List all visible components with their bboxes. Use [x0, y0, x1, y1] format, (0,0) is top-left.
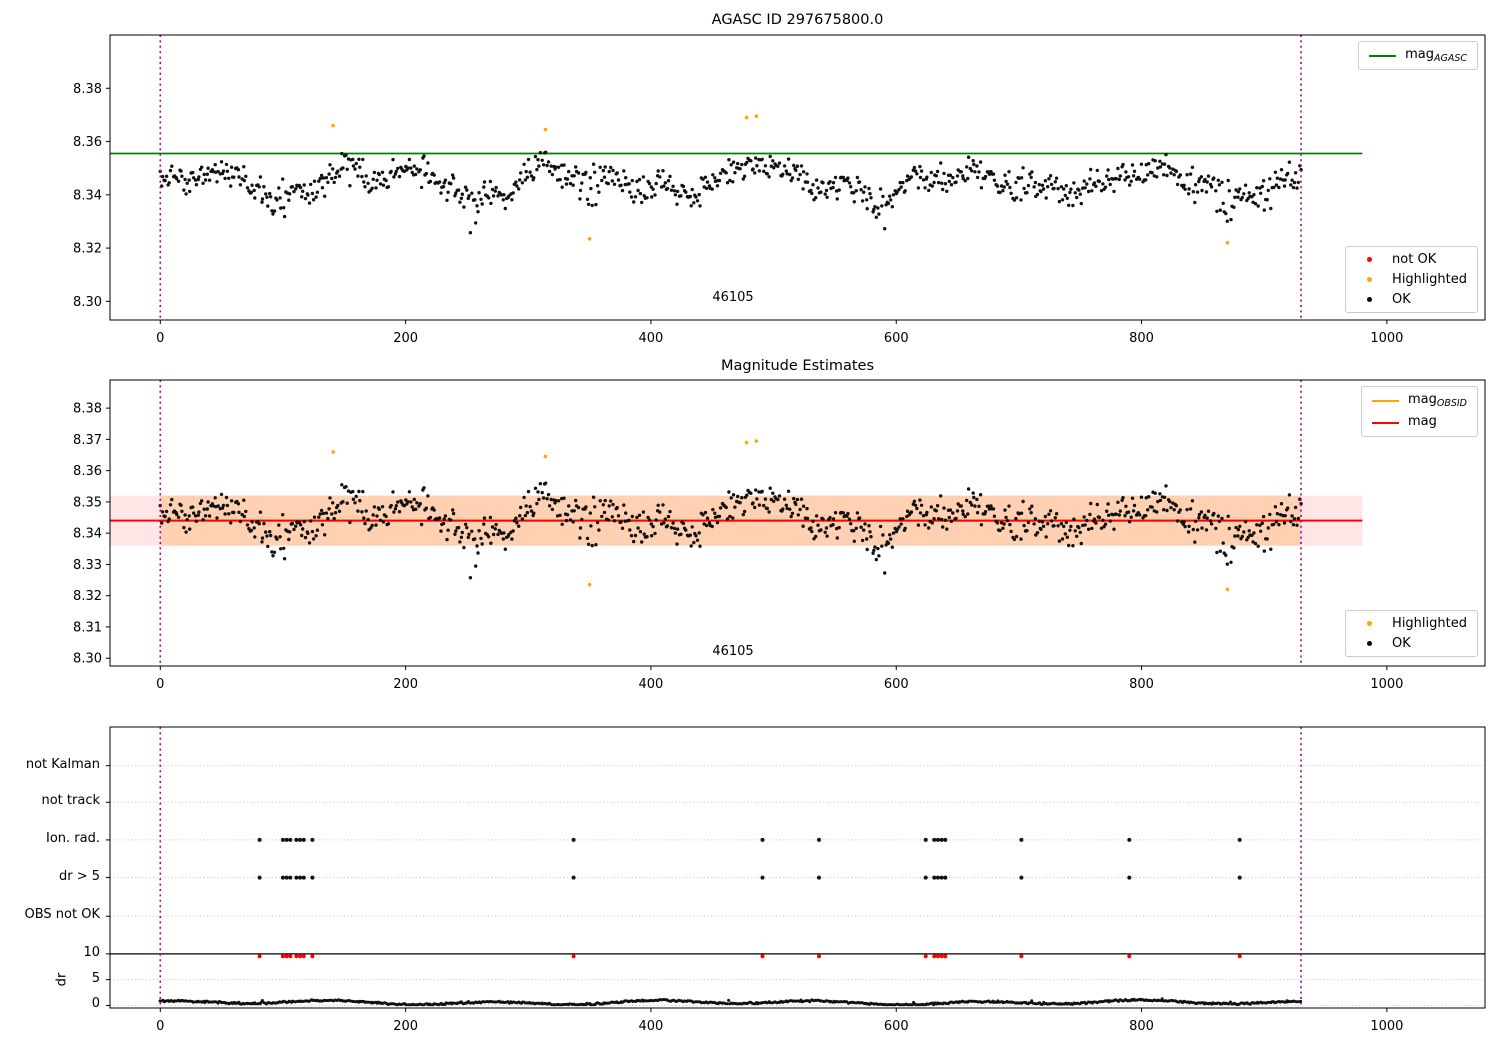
flag-row-label-dr-gt-5: dr > 5	[58, 869, 100, 884]
y-tick-label: 8.30	[73, 295, 102, 310]
legend-item-ok: OK	[1356, 636, 1467, 651]
not-ok-points-group	[257, 954, 1242, 959]
y-tick-label: 8.36	[73, 135, 102, 150]
y-tick-label: 8.36	[73, 464, 102, 479]
legend-label: magOBSID	[1407, 392, 1467, 409]
y-tick-label: 8.30	[73, 652, 102, 667]
flag-row-label-ion-rad: Ion. rad.	[46, 831, 100, 846]
legend-label: mag	[1407, 414, 1437, 429]
orange-dot-swatch-icon	[1367, 621, 1373, 626]
dr-tick-label-5: 5	[91, 971, 100, 986]
red-line-swatch-icon	[1371, 421, 1399, 424]
black-dot-swatch-icon	[1367, 641, 1373, 646]
legend-item-mag: mag	[1371, 414, 1467, 431]
dr-tick-label-10: 10	[83, 945, 100, 960]
flag-points-group	[257, 837, 1242, 880]
x-tick-label: 800	[1129, 677, 1154, 692]
plot3-flags: 0 200 400 600 800 1000	[106, 726, 1486, 1034]
plot1-points-legend: not OK Highlighted OK	[1345, 246, 1478, 313]
green-line-swatch-icon	[1369, 54, 1397, 57]
legend-item-ok: OK	[1356, 292, 1467, 307]
row-ticks-group	[106, 765, 110, 1006]
legend-item-highlighted: Highlighted	[1356, 272, 1467, 287]
x-tick-label: 200	[393, 677, 418, 692]
flag-row-label-obs-not-ok: OBS not OK	[24, 907, 101, 922]
plot1-obsid-annotation: 46105	[712, 290, 754, 305]
legend-label: Highlighted	[1392, 272, 1467, 287]
legend-label: OK	[1392, 636, 1411, 651]
legend-item-not-ok: not OK	[1356, 252, 1467, 267]
orange-dot-swatch-icon	[1367, 277, 1373, 282]
y-tick-label: 8.34	[73, 188, 102, 203]
highlighted-points-group	[331, 114, 1230, 245]
y-tick-label: 8.38	[73, 402, 102, 417]
obsid-vlines-group	[159, 727, 1302, 1008]
plot2-mag-estimates: 0 200 400 600 800 1000 8.30 8.31 8.32 8.33 8.34 8.3…	[73, 379, 1486, 692]
plot2-points-legend: Highlighted OK	[1345, 610, 1478, 657]
legend-item-mag-obsid: magOBSID	[1371, 392, 1467, 409]
x-tick-label: 1000	[1370, 677, 1403, 692]
orange-line-swatch-icon	[1371, 399, 1399, 402]
y-tick-label: 8.35	[73, 495, 102, 510]
x-tick-label: 200	[393, 1019, 418, 1034]
plot2-title: Magnitude Estimates	[720, 358, 875, 374]
x-tick-label: 600	[884, 1019, 909, 1034]
ok-points-group	[158, 150, 1303, 235]
legend-label: magAGASC	[1405, 47, 1467, 64]
y-tick-label: 8.32	[73, 242, 102, 257]
legend-label: OK	[1392, 292, 1411, 307]
x-tick-label: 0	[156, 677, 164, 692]
legend-label: not OK	[1392, 252, 1437, 267]
y-tick-label: 8.34	[73, 527, 102, 542]
y-tick-label: 8.32	[73, 589, 102, 604]
x-tick-label: 400	[639, 331, 664, 346]
x-tick-label: 1000	[1370, 1019, 1403, 1034]
axes-frame: 0 200 400 600 800 1000 8.30 8.32 8.34 8.36 8.38	[73, 34, 1486, 346]
charts-canvas: 0 200 400 600 800 10008.308.328.348.368.380 20…	[73, 34, 1486, 1034]
plot1-mag-agasc: 0 200 400 600 800 1000 8.30 8.32 8.34 8.36 8.38	[73, 34, 1486, 346]
flag-row-label-not-kalman: not Kalman	[25, 757, 100, 772]
plot1-title: AGASC ID 297675800.0	[711, 12, 884, 28]
x-tick-label: 0	[156, 1019, 164, 1034]
y-tick-label: 8.31	[73, 620, 102, 635]
x-tick-label: 200	[393, 331, 418, 346]
legend-label: Highlighted	[1392, 616, 1467, 631]
x-tick-label: 800	[1129, 1019, 1154, 1034]
x-tick-label: 800	[1129, 331, 1154, 346]
figure: 0 200 400 600 800 1000 8.30 8.32 8.34 8.36 8.38 0 20…	[0, 0, 1500, 1050]
y-tick-label: 8.33	[73, 558, 102, 573]
plot2-line-legend: magOBSID mag	[1360, 386, 1478, 437]
legend-item-highlighted: Highlighted	[1356, 616, 1467, 631]
x-tick-label: 0	[156, 331, 164, 346]
y-tick-label: 8.37	[73, 433, 102, 448]
flag-row-label-not-track: not track	[41, 793, 100, 808]
black-dot-swatch-icon	[1367, 297, 1373, 302]
plot2-obsid-annotation: 46105	[712, 644, 754, 659]
x-tick-label: 400	[639, 677, 664, 692]
x-tick-label: 600	[884, 331, 909, 346]
y-tick-label: 8.38	[73, 82, 102, 97]
red-dot-swatch-icon	[1367, 257, 1373, 262]
legend-item-mag-agasc: magAGASC	[1369, 47, 1467, 64]
x-tick-label: 400	[639, 1019, 664, 1034]
plot1-line-legend: magAGASC	[1358, 41, 1478, 70]
gridlines-group	[110, 765, 1485, 1006]
x-tick-label: 1000	[1370, 331, 1403, 346]
axes-frame: 0 200 400 600 800 1000	[109, 726, 1486, 1034]
dr-axis-label: dr	[54, 972, 70, 987]
dr-tick-label-0: 0	[91, 996, 100, 1011]
x-tick-label: 600	[884, 677, 909, 692]
